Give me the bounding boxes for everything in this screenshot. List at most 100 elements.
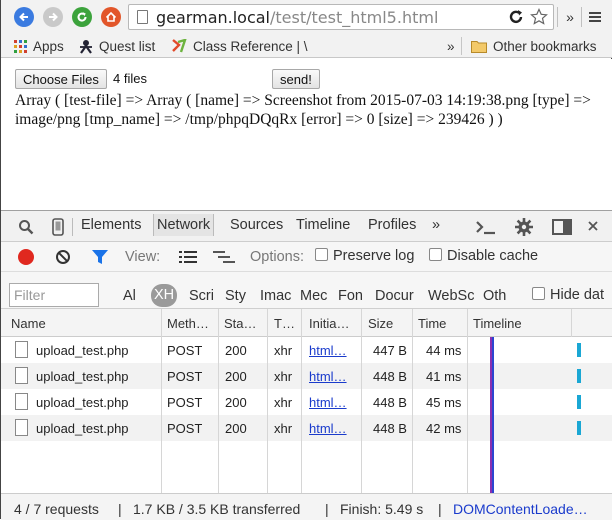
filter-funnel-icon[interactable] <box>91 249 109 265</box>
filter-media[interactable]: Mec <box>300 288 328 304</box>
timeline-bar <box>577 343 581 357</box>
network-status-bar: 4 / 7 requests | 1.7 KB / 3.5 KB transfe… <box>1 493 612 520</box>
bookmark-class-reference[interactable]: Class Reference | \ <box>172 37 312 55</box>
request-method: POST <box>167 421 203 436</box>
table-row[interactable]: upload_test.php POST 200 xhr html… 448 B… <box>1 389 612 415</box>
column-divider[interactable] <box>218 309 219 493</box>
request-time: 45 ms <box>426 395 462 410</box>
overview-waterfall-icon[interactable] <box>213 250 235 264</box>
bookmarks-overflow-button[interactable]: » <box>447 37 455 55</box>
filter-xhr[interactable]: XH <box>151 284 177 307</box>
reload-button[interactable] <box>72 7 92 27</box>
column-header-size[interactable]: Size <box>368 316 393 331</box>
status-separator: | <box>438 501 442 517</box>
request-name: upload_test.php <box>36 369 129 384</box>
menu-hamburger-icon[interactable] <box>587 6 603 28</box>
transferred-size: 1.7 KB / 3.5 KB transferred <box>133 501 301 517</box>
close-icon[interactable] <box>587 220 599 232</box>
address-bar[interactable]: gearman.local/test/test_html5.html <box>128 4 554 30</box>
request-name: upload_test.php <box>36 343 129 358</box>
tab-network[interactable]: Network <box>153 214 215 236</box>
back-button[interactable] <box>14 7 34 27</box>
column-header-timeline[interactable]: Timeline <box>473 316 522 331</box>
bookmark-other[interactable]: Other bookmarks <box>471 37 597 55</box>
choose-files-button[interactable]: Choose Files <box>15 69 107 89</box>
column-divider[interactable] <box>412 309 413 493</box>
preserve-log-label: Preserve log <box>333 248 415 264</box>
table-row[interactable]: upload_test.php POST 200 xhr html… 448 B… <box>1 363 612 389</box>
large-rows-icon[interactable] <box>179 250 197 264</box>
request-name: upload_test.php <box>36 421 129 436</box>
request-initiator-link[interactable]: html… <box>309 421 347 436</box>
disable-cache-checkbox[interactable]: Disable cache <box>429 248 538 264</box>
hide-data-label: Hide dat <box>550 287 605 303</box>
clear-icon[interactable] <box>55 249 71 265</box>
apps-grid-icon <box>14 39 27 53</box>
toolbar-divider <box>557 7 558 27</box>
column-header-type[interactable]: T… <box>274 316 295 331</box>
home-icon <box>105 11 117 22</box>
search-icon[interactable] <box>17 218 35 236</box>
request-size: 448 B <box>373 395 407 410</box>
home-button[interactable] <box>101 7 121 27</box>
preserve-log-checkbox[interactable]: Preserve log <box>315 248 414 264</box>
filter-fonts[interactable]: Fon <box>338 288 366 304</box>
filter-all[interactable]: Al <box>123 288 141 304</box>
bookmark-label: Apps <box>33 38 64 54</box>
column-header-method[interactable]: Meth… <box>167 316 209 331</box>
filter-input[interactable] <box>9 283 99 307</box>
dock-side-icon[interactable] <box>551 218 573 236</box>
column-divider[interactable] <box>267 309 268 493</box>
arrow-right-icon <box>49 12 58 22</box>
folder-icon <box>471 40 487 53</box>
timeline-bar <box>577 369 581 383</box>
gear-icon[interactable] <box>514 217 534 237</box>
filter-stylesheets[interactable]: Sty <box>225 288 251 304</box>
tab-profiles[interactable]: Profiles <box>368 217 416 233</box>
filter-documents[interactable]: Docur <box>375 288 417 304</box>
device-mode-icon[interactable] <box>50 217 66 237</box>
filter-other[interactable]: Oth <box>483 288 511 304</box>
column-divider[interactable] <box>161 309 162 493</box>
table-row[interactable]: upload_test.php POST 200 xhr html… 448 B… <box>1 415 612 441</box>
table-row[interactable]: upload_test.php POST 200 xhr html… 447 B… <box>1 337 612 363</box>
filter-websockets[interactable]: WebSc <box>428 288 474 304</box>
status-separator: | <box>325 501 329 517</box>
tabs-overflow-button[interactable]: » <box>432 217 440 233</box>
tab-timeline[interactable]: Timeline <box>296 217 350 233</box>
tab-elements[interactable]: Elements <box>81 217 141 233</box>
filter-images[interactable]: Imac <box>260 288 292 304</box>
column-header-name[interactable]: Name <box>11 316 46 331</box>
column-header-initiator[interactable]: Initia… <box>309 316 349 331</box>
request-type: xhr <box>274 395 293 410</box>
disable-cache-label: Disable cache <box>447 248 539 264</box>
column-divider[interactable] <box>467 309 468 493</box>
request-status: 200 <box>225 343 247 358</box>
bookmark-flag-icon <box>172 39 187 53</box>
request-initiator-link[interactable]: html… <box>309 369 347 384</box>
bookmark-apps[interactable]: Apps <box>14 37 64 55</box>
request-time: 42 ms <box>426 421 462 436</box>
arrow-left-icon <box>19 12 28 22</box>
bookmark-star-icon[interactable] <box>529 6 549 28</box>
tab-sources[interactable]: Sources <box>230 217 283 233</box>
request-initiator-link[interactable]: html… <box>309 395 347 410</box>
request-method: POST <box>167 369 203 384</box>
send-button[interactable]: send! <box>272 69 320 89</box>
record-icon[interactable] <box>18 249 34 265</box>
reload-extension-icon[interactable] <box>506 6 526 28</box>
bookmark-label: Quest list <box>99 38 156 54</box>
console-drawer-icon[interactable] <box>475 218 497 236</box>
extensions-overflow-button[interactable]: » <box>563 6 577 28</box>
column-divider[interactable] <box>301 309 302 493</box>
forward-button[interactable] <box>43 7 63 27</box>
hide-data-urls-checkbox[interactable]: Hide dat <box>532 287 612 303</box>
column-header-time[interactable]: Time <box>418 316 446 331</box>
request-size: 448 B <box>373 369 407 384</box>
request-type: xhr <box>274 343 293 358</box>
column-divider[interactable] <box>361 309 362 493</box>
filter-scripts[interactable]: Scri <box>189 288 217 304</box>
bookmark-quest-list[interactable]: Quest list <box>79 37 155 55</box>
column-header-status[interactable]: Sta… <box>224 316 257 331</box>
request-initiator-link[interactable]: html… <box>309 343 347 358</box>
